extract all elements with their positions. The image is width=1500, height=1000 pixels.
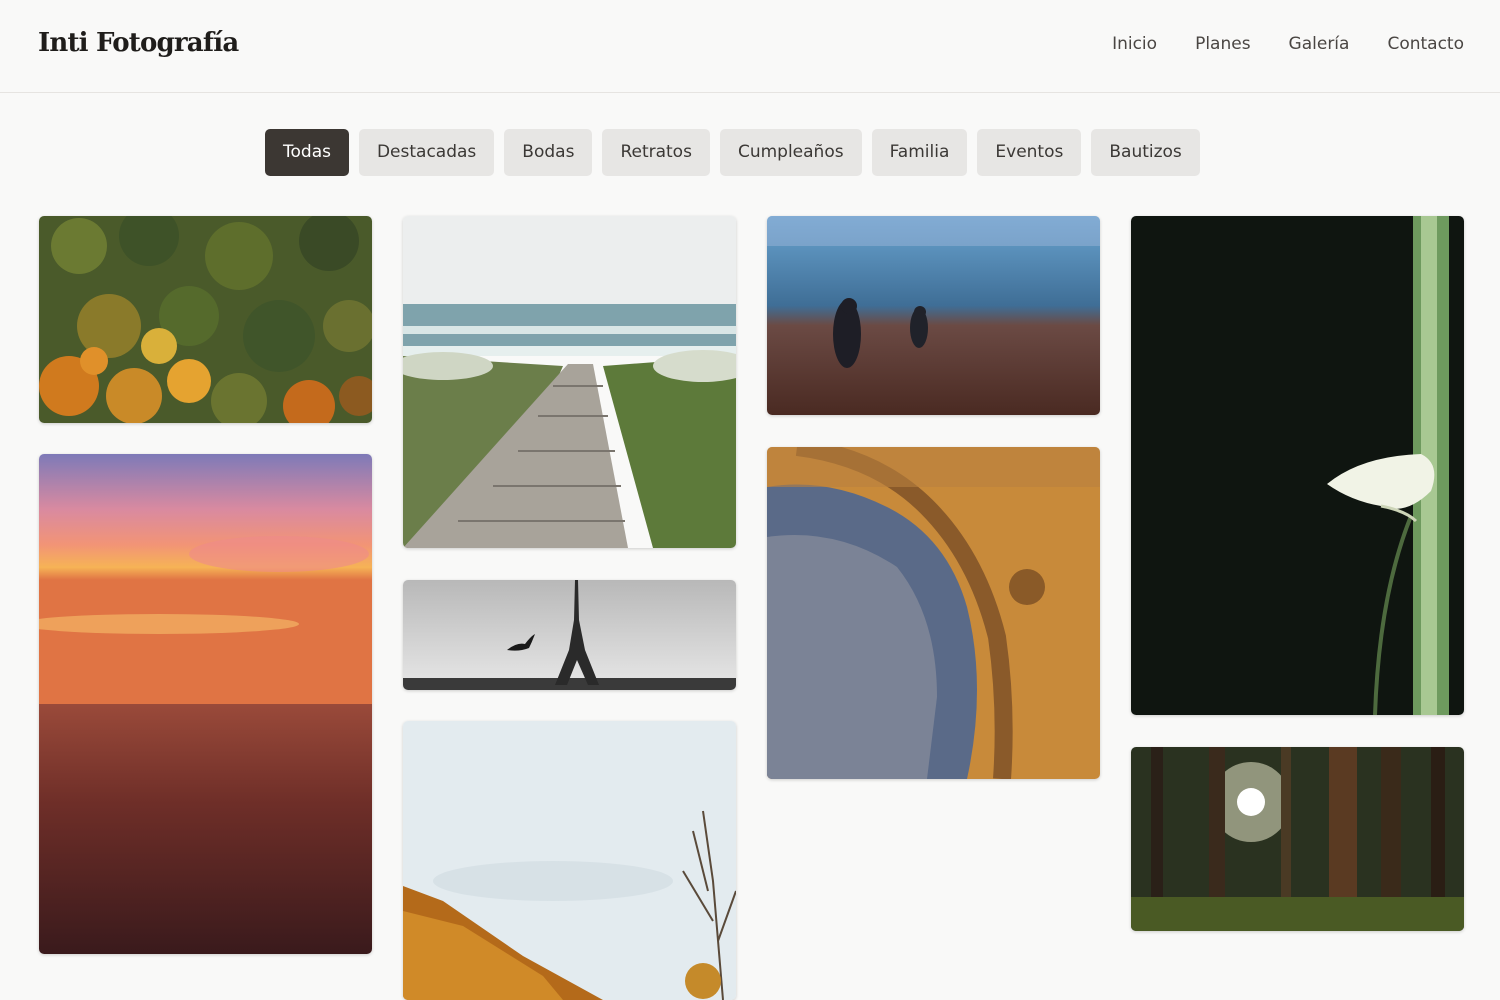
- nav-link-planes[interactable]: Planes: [1195, 34, 1250, 54]
- photo-boardwalk-to-beach[interactable]: [403, 216, 736, 548]
- filter-cumpleanos[interactable]: Cumpleaños: [719, 129, 862, 176]
- photo-autumn-hillside-sky[interactable]: [403, 721, 736, 1000]
- main-nav: Inicio Planes Galería Contacto: [1112, 34, 1464, 54]
- nav-link-inicio[interactable]: Inicio: [1112, 34, 1157, 54]
- category-filters: Todas Destacadas Bodas Retratos Cumpleañ…: [265, 129, 1200, 176]
- site-header: Inti Fotografía Inicio Planes Galería Co…: [0, 0, 1500, 93]
- photo-aerial-autumn-forest[interactable]: [39, 216, 372, 423]
- filter-retratos[interactable]: Retratos: [602, 129, 710, 176]
- photo-crater-aerial[interactable]: [767, 447, 1100, 779]
- nav-link-contacto[interactable]: Contacto: [1387, 34, 1464, 54]
- nav-link-galeria[interactable]: Galería: [1289, 34, 1350, 54]
- photo-calla-lily-dark[interactable]: [1131, 216, 1464, 715]
- filter-familia[interactable]: Familia: [871, 129, 968, 176]
- filter-bodas[interactable]: Bodas: [504, 129, 593, 176]
- filter-todas[interactable]: Todas: [265, 129, 349, 176]
- brand-logo[interactable]: Inti Fotografía: [38, 28, 239, 58]
- filter-destacadas[interactable]: Destacadas: [358, 129, 495, 176]
- filter-bautizos[interactable]: Bautizos: [1091, 129, 1200, 176]
- photo-misty-field-people[interactable]: [767, 216, 1100, 415]
- filter-eventos[interactable]: Eventos: [977, 129, 1082, 176]
- photo-sunset-over-sea[interactable]: [39, 454, 372, 954]
- photo-sunlit-forest[interactable]: [1131, 747, 1464, 931]
- photo-eiffel-tower-bw[interactable]: [403, 580, 736, 690]
